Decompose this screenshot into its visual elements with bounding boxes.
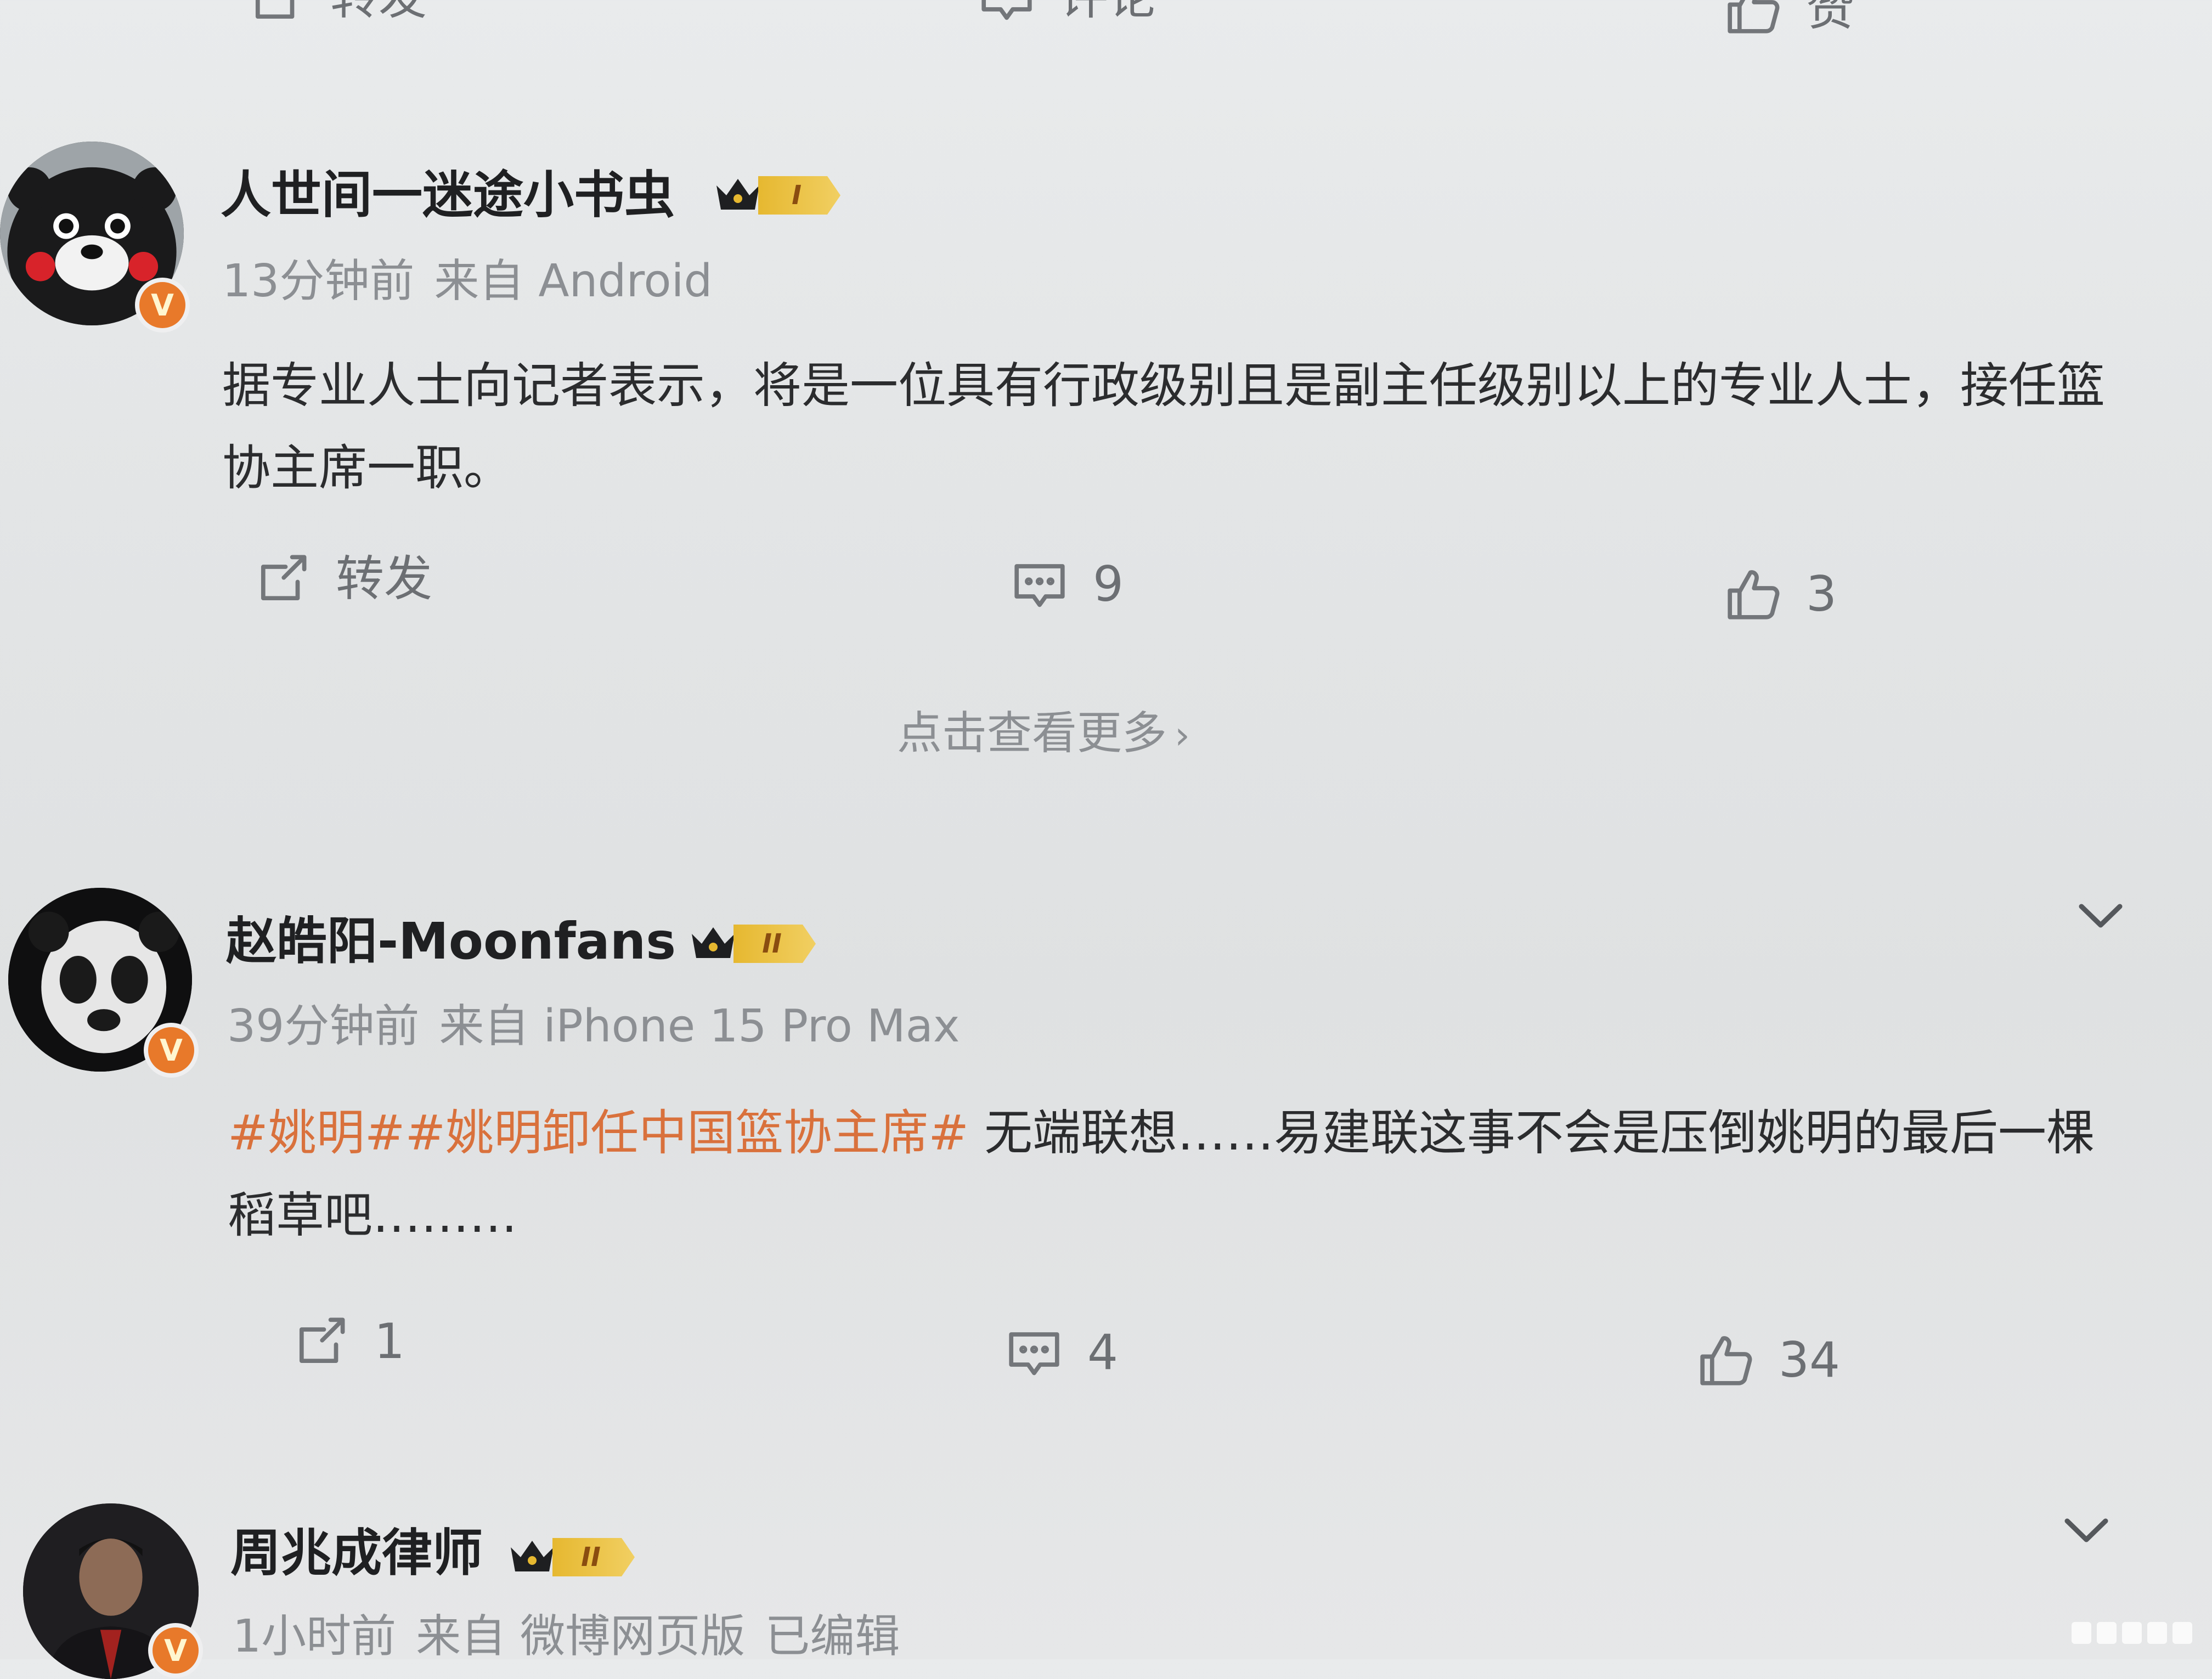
top-like-label: 赞 — [1806, 0, 1855, 36]
repost-icon — [261, 555, 307, 601]
comment3-more-menu[interactable] — [2063, 1514, 2110, 1547]
verified-badge: V — [148, 1623, 203, 1678]
comment3-meta: 1小时前 来自 微博网页版 已编辑 — [233, 1614, 919, 1659]
comment1-comment-action[interactable]: 9 — [1009, 554, 1124, 615]
comment-icon — [1009, 1332, 1059, 1376]
comment2-meta: 39分钟前 来自 iPhone 15 Pro Max — [227, 1004, 979, 1049]
comment1-source: 来自 Android — [434, 255, 713, 307]
top-repost-action[interactable]: 转发 — [247, 0, 427, 27]
top-comment-action[interactable]: 评论 — [977, 0, 1156, 27]
comment3-username[interactable]: 周兆成律师 — [230, 1528, 483, 1579]
level-label: II — [733, 925, 816, 963]
comment2-more-menu[interactable] — [2077, 900, 2124, 933]
comment1-repost-label: 转发 — [336, 550, 433, 607]
crown-icon — [716, 179, 759, 210]
repost-icon — [255, 0, 295, 19]
comment2-username[interactable]: 赵皓阳-Moonfans — [226, 916, 676, 967]
comment-icon — [1014, 564, 1065, 607]
crown-icon — [692, 927, 735, 958]
comment2-comment-count: 4 — [1087, 1324, 1118, 1381]
comment2-body: #姚明##姚明卸任中国篮协主席# 无端联想……易建联这事不会是压倒姚明的最后一棵… — [228, 1092, 2115, 1257]
comment1-like-count: 3 — [1806, 566, 1837, 622]
top-comment-label: 评论 — [1060, 0, 1156, 21]
comment1-like-action[interactable]: 3 — [1723, 564, 1837, 624]
comment2-repost-action[interactable]: 1 — [291, 1311, 405, 1372]
watermark-indicator — [2072, 1622, 2192, 1644]
chevron-right-icon: › — [1175, 713, 1190, 758]
level-label: II — [552, 1538, 635, 1576]
comment1-level-badge: I — [713, 174, 840, 216]
comment2-level-badge: II — [689, 923, 816, 965]
comment2-hashtags[interactable]: #姚明##姚明卸任中国篮协主席# — [228, 1105, 969, 1161]
crown-icon — [511, 1541, 554, 1571]
comment2-source: 来自 iPhone 15 Pro Max — [439, 1000, 960, 1052]
verified-badge: V — [135, 278, 190, 333]
view-more-label: 点击查看更多 — [897, 707, 1167, 759]
comment1-comment-count: 9 — [1093, 556, 1124, 612]
repost-icon — [299, 1317, 345, 1364]
comment1-username[interactable]: 人世间一迷途小书虫 — [221, 170, 675, 221]
view-more-link[interactable]: 点击查看更多 › — [897, 711, 1190, 756]
comment3-source: 来自 微博网页版 — [416, 1610, 746, 1663]
like-icon — [1728, 0, 1780, 33]
comment2-comment-action[interactable]: 4 — [1004, 1322, 1118, 1383]
comment3-time: 1小时前 — [233, 1610, 397, 1663]
top-repost-label: 转发 — [330, 0, 427, 21]
comment2-like-action[interactable]: 34 — [1695, 1330, 1840, 1390]
top-like-action[interactable]: 赞 — [1723, 0, 1854, 38]
comment1-repost-action[interactable]: 转发 — [252, 549, 432, 609]
comment2-time: 39分钟前 — [227, 1000, 420, 1052]
like-icon — [1700, 1336, 1752, 1385]
level-label: I — [758, 176, 840, 215]
comment2-repost-count: 1 — [374, 1313, 405, 1370]
comment-icon — [981, 0, 1032, 20]
comment3-level-badge: II — [507, 1536, 635, 1578]
chevron-down-icon — [2079, 904, 2123, 928]
verified-badge: V — [144, 1023, 199, 1078]
comment1-body: 据专业人士向记者表示，将是一位具有行政级别且是副主任级别以上的专业人士，接任篮协… — [222, 357, 2106, 496]
chevron-down-icon — [2064, 1518, 2108, 1542]
like-icon — [1728, 570, 1780, 619]
comment1-time: 13分钟前 — [222, 255, 415, 307]
comment3-edited: 已编辑 — [765, 1610, 900, 1663]
comment2-like-count: 34 — [1779, 1332, 1840, 1388]
comment1-meta: 13分钟前 来自 Android — [222, 259, 732, 304]
